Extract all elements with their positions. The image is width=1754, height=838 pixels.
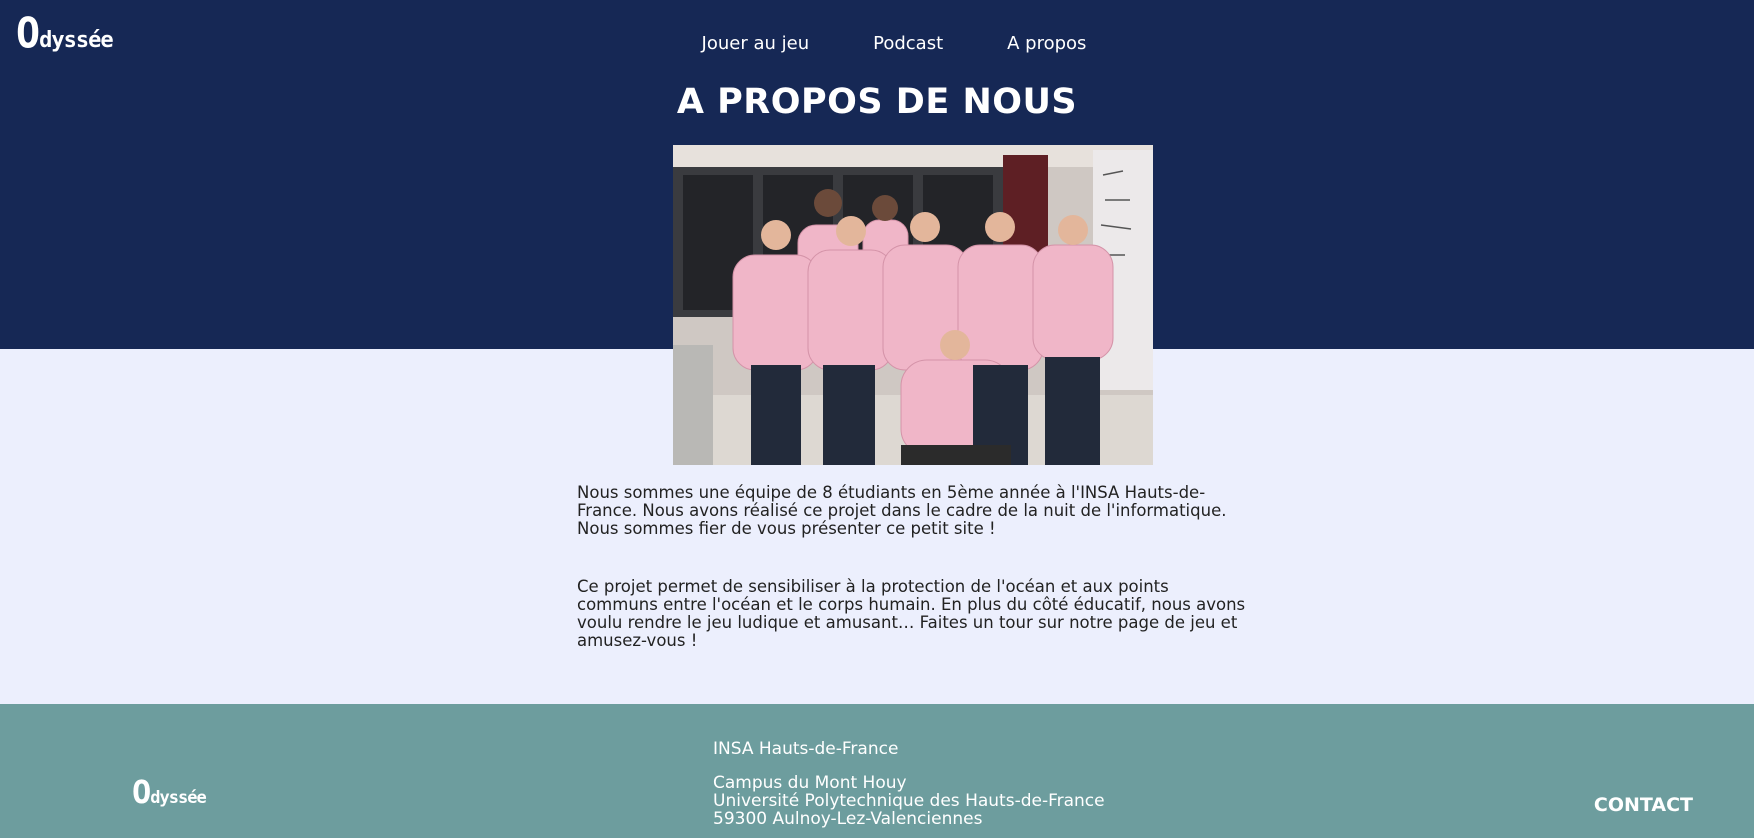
page: Odyssée Jouer au jeu Podcast A propos A …: [0, 0, 1754, 838]
footer-address-line-1: Campus du Mont Houy: [713, 773, 907, 793]
footer: Odyssée INSA Hauts-de-France Campus du M…: [0, 704, 1754, 838]
footer-address-line-2: Université Polytechnique des Hauts-de-Fr…: [713, 791, 1105, 811]
contact-link[interactable]: CONTACT: [1594, 794, 1693, 816]
footer-address-line-3: 59300 Aulnoy-Lez-Valenciennes: [713, 809, 983, 829]
footer-institution: INSA Hauts-de-France: [713, 739, 899, 759]
main-nav: Jouer au jeu Podcast A propos: [0, 33, 1754, 54]
nav-item-a-propos[interactable]: A propos: [1007, 33, 1086, 54]
footer-logo-text: Odyssée: [132, 773, 207, 811]
nav-item-podcast[interactable]: Podcast: [873, 33, 943, 54]
intro-paragraph: Nous sommes une équipe de 8 étudiants en…: [577, 483, 1227, 538]
footer-address: INSA Hauts-de-France Campus du Mont Houy…: [713, 740, 1105, 828]
project-paragraph: Ce projet permet de sensibiliser à la pr…: [577, 577, 1246, 650]
page-title: A PROPOS DE NOUS: [676, 82, 1078, 122]
team-photo: [673, 145, 1153, 465]
footer-logo[interactable]: Odyssée: [132, 773, 207, 811]
nav-item-jouer[interactable]: Jouer au jeu: [702, 33, 810, 54]
